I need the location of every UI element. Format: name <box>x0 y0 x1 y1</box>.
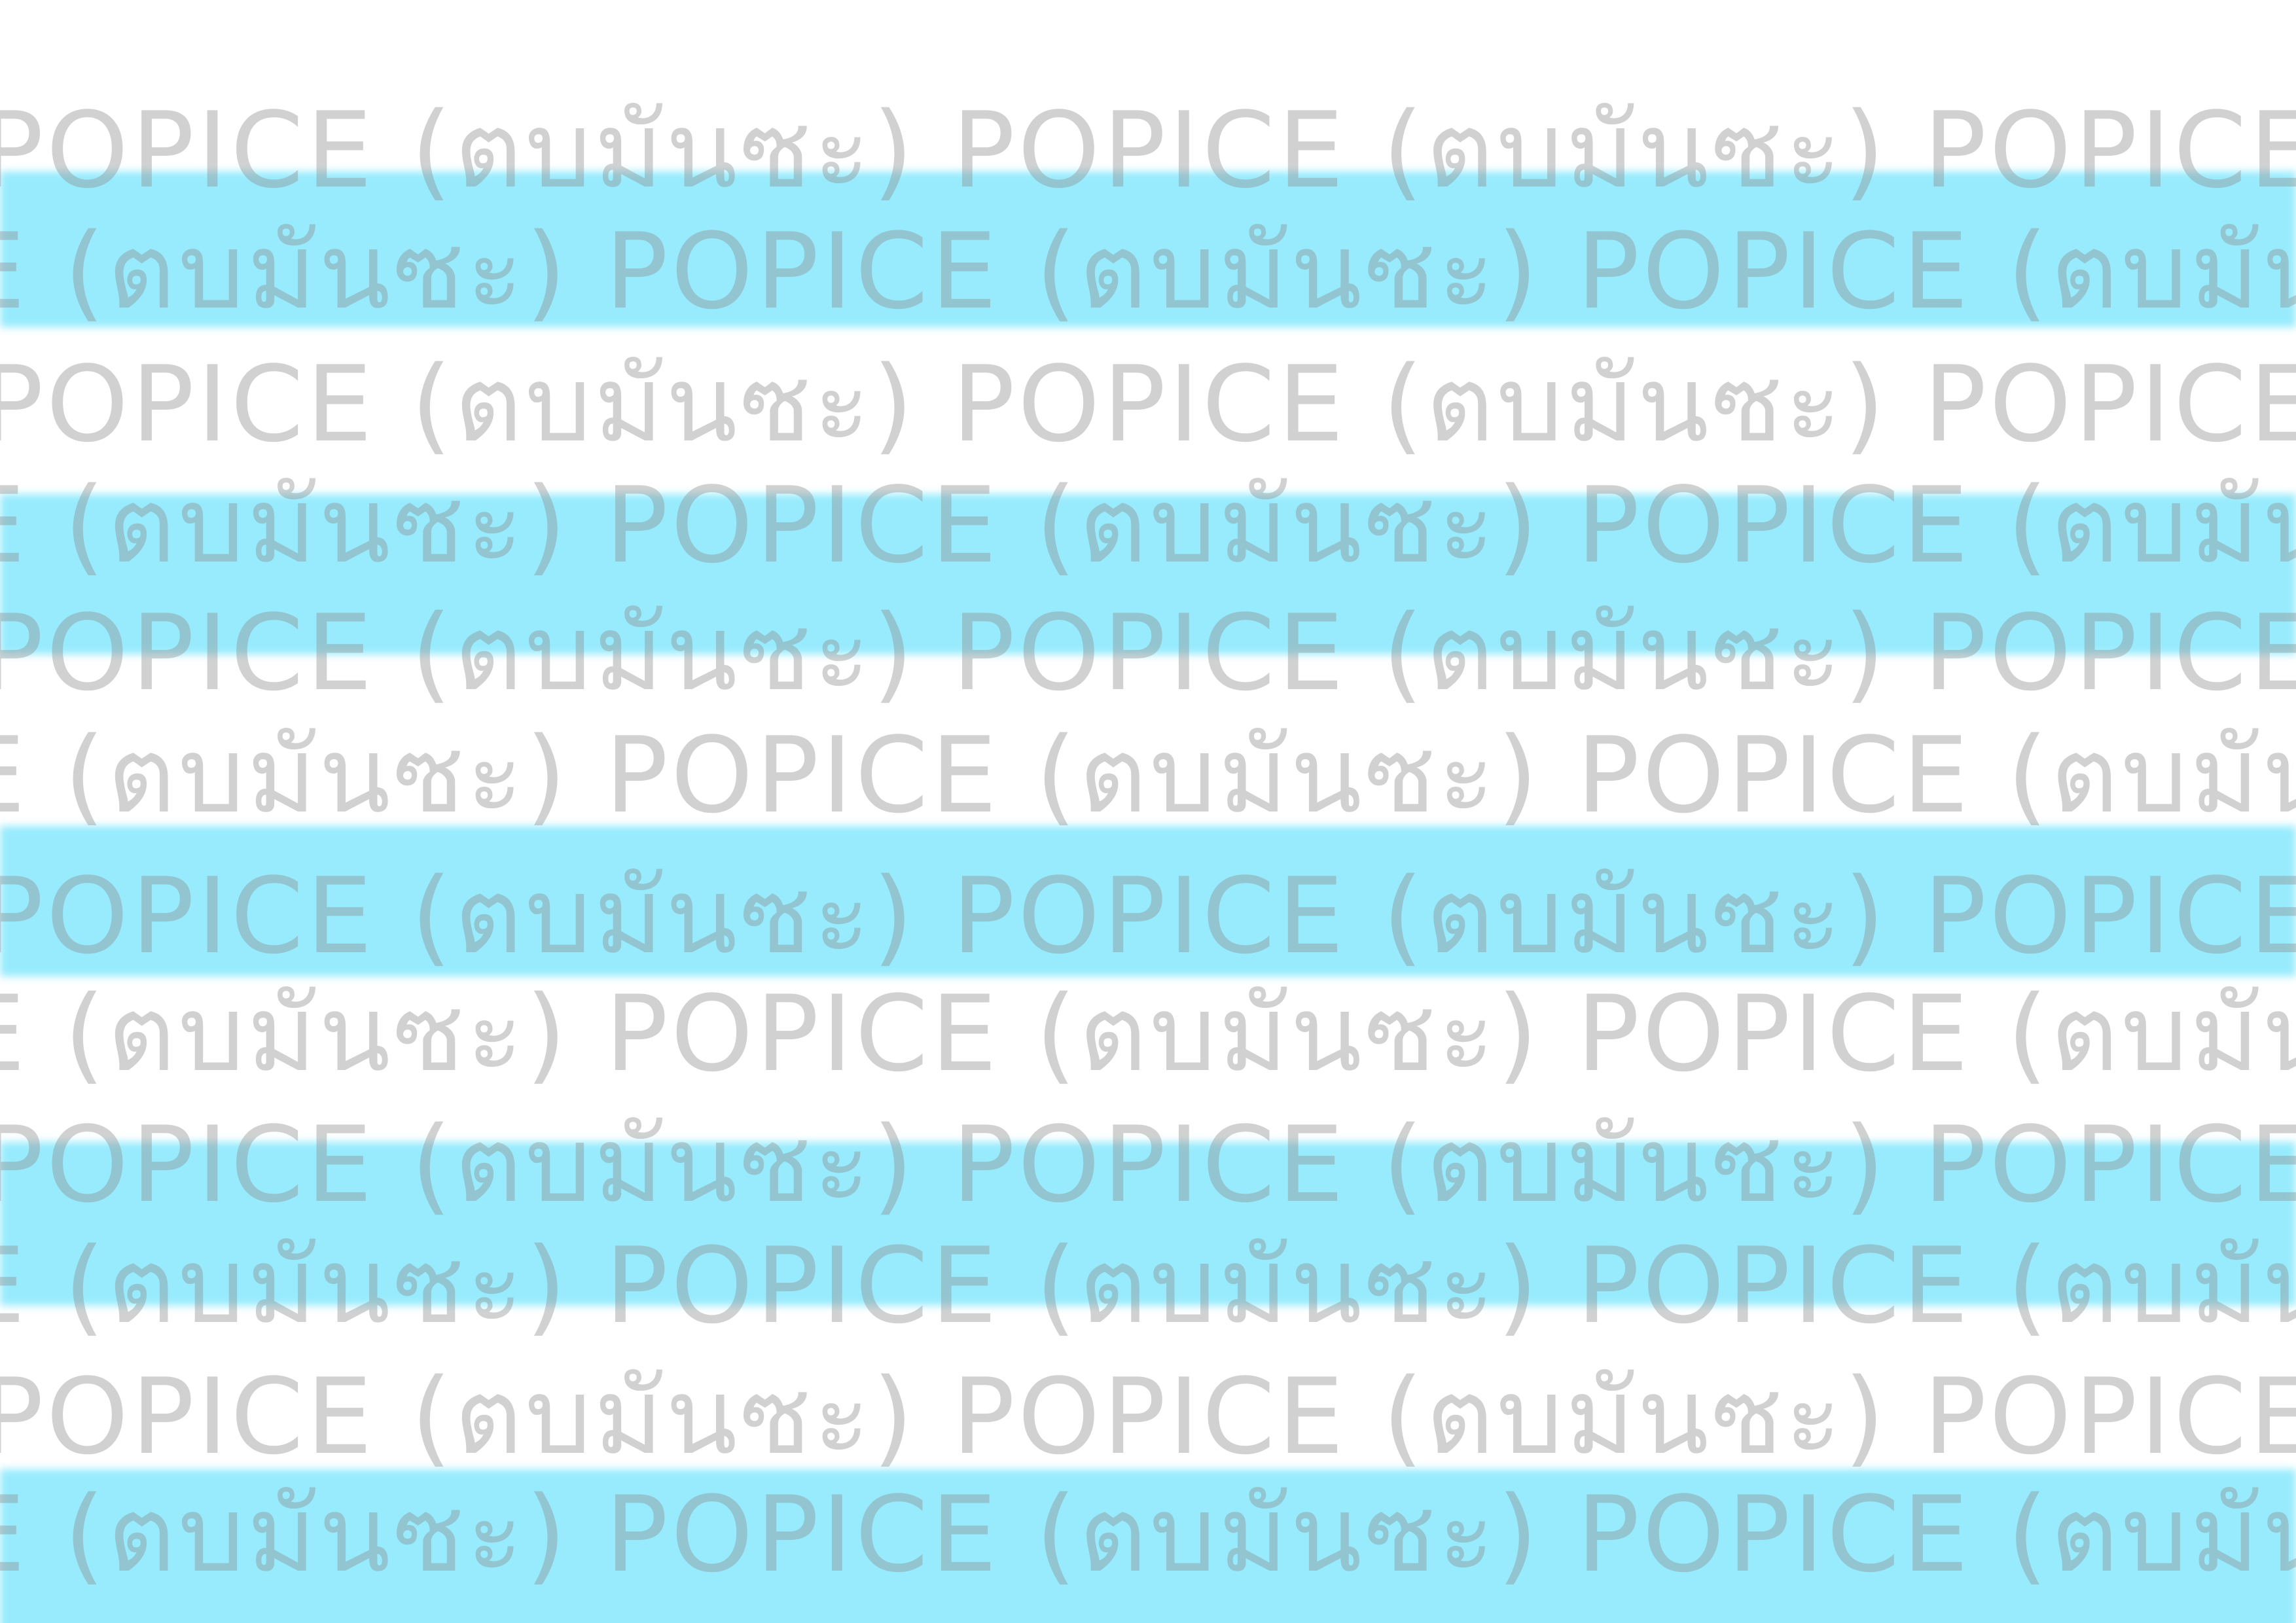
repeated-text-row: POPICE (ตบมันซะ) POPICE (ตบมันซะ) POPICE… <box>0 1224 2296 1347</box>
repeated-text-row: POPICE (ตบมันซะ) POPICE (ตบมันซะ) POPICE… <box>0 1473 2296 1596</box>
repeated-text-row: POPICE (ตบมันซะ) POPICE (ตบมันซะ) POPICE… <box>0 1103 2296 1226</box>
repeated-text-row: POPICE (ตบมันซะ) POPICE (ตบมันซะ) POPICE… <box>0 972 2296 1095</box>
repeated-text-row: POPICE (ตบมันซะ) POPICE (ตบมันซะ) POPICE… <box>0 89 2296 211</box>
repeated-text-row: POPICE (ตบมันซะ) POPICE (ตบมันซะ) POPICE… <box>0 343 2296 465</box>
repeated-text-row: POPICE (ตบมันซะ) POPICE (ตบมันซะ) POPICE… <box>0 592 2296 714</box>
repeated-text-row: POPICE (ตบมันซะ) POPICE (ตบมันซะ) POPICE… <box>0 855 2296 977</box>
repeated-text-row: POPICE (ตบมันซะ) POPICE (ตบมันซะ) POPICE… <box>0 464 2296 586</box>
repeated-text-row: POPICE (ตบมันซะ) POPICE (ตบมันซะ) POPICE… <box>0 1355 2296 1478</box>
repeated-text-row: POPICE (ตบมันซะ) POPICE (ตบมันซะ) POPICE… <box>0 210 2296 332</box>
repeated-text-row: POPICE (ตบมันซะ) POPICE (ตบมันซะ) POPICE… <box>0 714 2296 836</box>
wallpaper-canvas: POPICE (ตบมันซะ) POPICE (ตบมันซะ) POPICE… <box>0 0 2296 1623</box>
